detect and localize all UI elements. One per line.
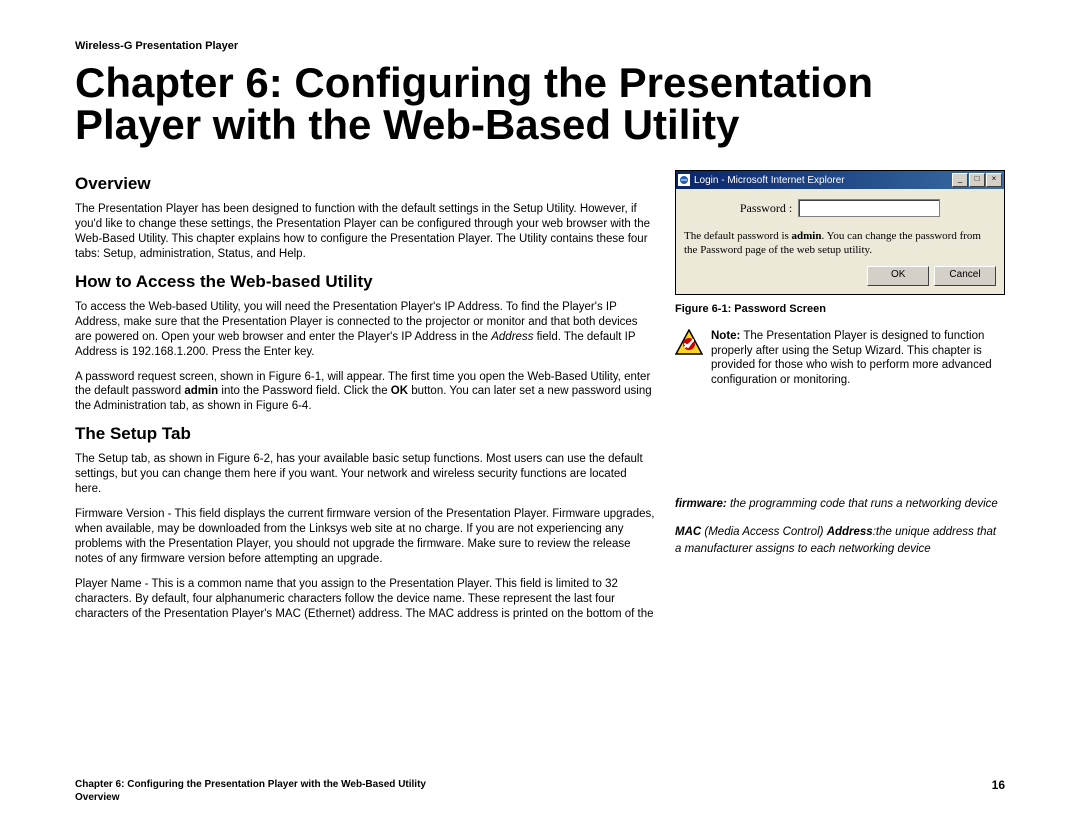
mac-bold: MAC: [675, 526, 701, 538]
glossary-firmware: firmware: the programming code that runs…: [675, 496, 1005, 512]
glossary-mac: MAC (Media Access Control) Address:the u…: [675, 524, 1005, 556]
heading-overview: Overview: [75, 174, 655, 194]
password-row: Password :: [684, 199, 996, 217]
admin-bold: admin: [184, 385, 218, 397]
right-column: Login - Microsoft Internet Explorer _ □ …: [675, 164, 1005, 632]
password-input[interactable]: [798, 199, 940, 217]
cancel-button[interactable]: Cancel: [934, 266, 996, 286]
setup-paragraph-2: Firmware Version - This field displays t…: [75, 507, 655, 567]
product-header: Wireless-G Presentation Player: [75, 40, 1005, 52]
footer-section: Overview: [75, 791, 426, 804]
firmware-bold: firmware:: [675, 498, 727, 510]
content-columns: Overview The Presentation Player has bee…: [75, 164, 1005, 632]
dialog-buttons: OK Cancel: [684, 266, 996, 286]
text: into the Password field. Click the: [218, 385, 391, 397]
text: the programming code that runs a network…: [727, 498, 998, 510]
window-body: Password : The default password is admin…: [676, 189, 1004, 294]
spacer: [675, 406, 1005, 496]
window-buttons: _ □ ×: [952, 173, 1002, 187]
admin-bold: admin: [792, 230, 822, 242]
overview-paragraph: The Presentation Player has been designe…: [75, 202, 655, 262]
chapter-title: Chapter 6: Configuring the Presentation …: [75, 62, 1005, 146]
access-paragraph-2: A password request screen, shown in Figu…: [75, 370, 655, 415]
text: (Media Access Control): [701, 526, 826, 538]
page: Wireless-G Presentation Player Chapter 6…: [0, 0, 1080, 632]
setup-paragraph-1: The Setup tab, as shown in Figure 6-2, h…: [75, 452, 655, 497]
figure-password-screen: Login - Microsoft Internet Explorer _ □ …: [675, 170, 1005, 295]
heading-setup: The Setup Tab: [75, 424, 655, 444]
heading-access: How to Access the Web-based Utility: [75, 272, 655, 292]
text: The Presentation Player is designed to f…: [711, 330, 992, 387]
page-footer: Chapter 6: Configuring the Presentation …: [75, 778, 1005, 804]
figure-caption: Figure 6-1: Password Screen: [675, 303, 1005, 315]
page-number: 16: [992, 778, 1005, 804]
ok-bold: OK: [391, 385, 408, 397]
note-bold: Note:: [711, 330, 740, 342]
text: The default password is: [684, 230, 792, 242]
ie-icon: [678, 174, 690, 186]
ok-button[interactable]: OK: [867, 266, 929, 286]
footer-left: Chapter 6: Configuring the Presentation …: [75, 778, 426, 804]
password-label: Password :: [740, 201, 792, 216]
setup-paragraph-3: Player Name - This is a common name that…: [75, 577, 655, 622]
maximize-button[interactable]: □: [969, 173, 985, 187]
minimize-button[interactable]: _: [952, 173, 968, 187]
access-paragraph-1: To access the Web-based Utility, you wil…: [75, 300, 655, 360]
warning-icon: [675, 329, 703, 360]
window-titlebar: Login - Microsoft Internet Explorer _ □ …: [676, 171, 1004, 189]
window-title: Login - Microsoft Internet Explorer: [694, 175, 952, 186]
password-help-text: The default password is admin. You can c…: [684, 229, 996, 258]
footer-chapter: Chapter 6: Configuring the Presentation …: [75, 778, 426, 791]
note-box: Note: The Presentation Player is designe…: [675, 329, 1005, 389]
left-column: Overview The Presentation Player has bee…: [75, 164, 655, 632]
address-bold: Address: [827, 526, 873, 538]
address-italic: Address: [491, 331, 533, 343]
note-text: Note: The Presentation Player is designe…: [711, 329, 1005, 389]
close-button[interactable]: ×: [986, 173, 1002, 187]
